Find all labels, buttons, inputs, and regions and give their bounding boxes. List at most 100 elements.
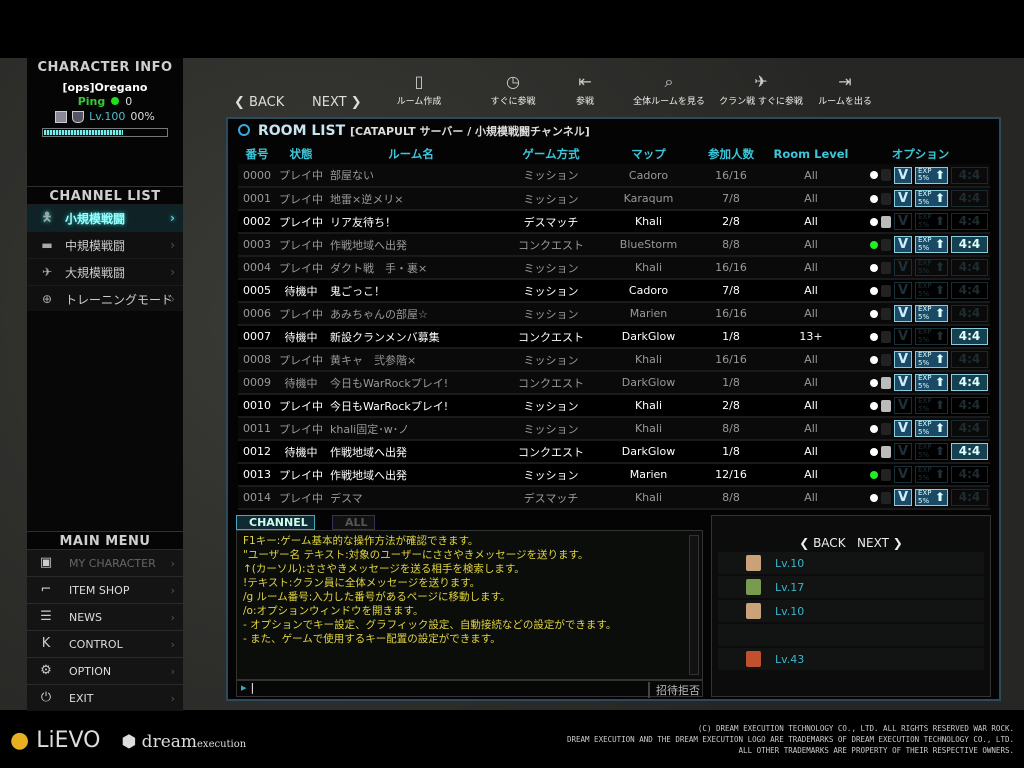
table-row[interactable]: 0010 プレイ中 今日もWarRockプレイ! ミッション Khali 2/8 All V E… — [238, 394, 990, 418]
chevron-right-icon: › — [170, 265, 175, 279]
status-dot-icon — [870, 355, 878, 364]
voice-badge: V — [894, 305, 912, 322]
table-row[interactable]: 0006 プレイ中 あみちゃんの部屋☆ ミッション Marien 16/16 All V EXP… — [238, 302, 990, 326]
chat-line: - オプションでキー設定、グラフィック設定、自動接続などの設定ができます。 — [243, 619, 617, 631]
exp-badge: EXP 5% ⬆ — [915, 397, 948, 414]
toolbar-button-3[interactable]: ⌕ 全体ルームを見る — [624, 72, 714, 107]
channel-item-0[interactable]: 🯅 小規模戦闘 › — [27, 204, 183, 231]
room-name: 作戦地域へ出発 — [326, 440, 496, 464]
user-row[interactable]: Lv.10 — [718, 600, 984, 622]
chat-scrollbar[interactable] — [689, 535, 699, 675]
lock-icon — [881, 353, 891, 366]
chat-input[interactable]: ▸ | 招待拒否 — [236, 680, 703, 698]
team-ratio-badge: 4:4 — [951, 328, 988, 345]
channel-item-1[interactable]: ▬ 中規模戦闘 › — [27, 231, 183, 258]
toolbar-button-4[interactable]: ✈ クラン戦 すぐに参戦 — [716, 72, 806, 107]
column-header[interactable]: Room Level — [771, 144, 851, 164]
exp-badge-label: EXP 5% — [918, 305, 932, 321]
refresh-icon[interactable] — [238, 124, 250, 136]
column-header[interactable]: オプション — [851, 144, 990, 164]
user-next-button[interactable]: NEXT ❯ — [857, 536, 903, 550]
menu-item-option[interactable]: ⚙ OPTION › — [27, 657, 183, 684]
rank-badge-icon — [746, 603, 761, 619]
exp-badge: EXP 5% ⬆ — [915, 190, 948, 207]
table-row[interactable]: 0004 プレイ中 ダクト戦 手・裏× ミッション Khali 16/16 All V EXP … — [238, 256, 990, 280]
table-row[interactable]: 0013 プレイ中 作戦地域へ出発 ミッション Marien 12/16 All V EXP 5… — [238, 463, 990, 487]
room-options: V EXP 5% ⬆ 4:4 — [851, 256, 990, 280]
table-row[interactable]: 0000 プレイ中 部屋ない ミッション Cadoro 16/16 All V EXP 5% ⬆ 4… — [238, 164, 990, 188]
tab-channel[interactable]: CHANNEL — [236, 515, 315, 530]
table-row[interactable]: 0009 待機中 今日もWarRockプレイ! コンクエスト DarkGlow 1/8 Al… — [238, 371, 990, 395]
voice-badge: V — [894, 489, 912, 506]
table-row[interactable]: 0014 プレイ中 デスマ デスマッチ Khali 8/8 All V EXP 5% ⬆ 4:4 — [238, 486, 990, 510]
user-row[interactable]: Lv.10 — [718, 552, 984, 574]
exp-badge-label: EXP 5% — [918, 374, 932, 390]
table-row[interactable]: 0002 プレイ中 リア友待ち！ デスマッチ Khali 2/8 All V EXP 5% ⬆ 4:… — [238, 210, 990, 234]
back-button[interactable]: ❮ BACK — [234, 95, 284, 110]
toolbar-button-5[interactable]: ⇥ ルームを出る — [800, 72, 890, 107]
team-ratio-badge: 4:4 — [951, 397, 988, 414]
menu-item-exit[interactable]: ⏻ EXIT › — [27, 684, 183, 711]
exp-badge: EXP 5% ⬆ — [915, 443, 948, 460]
room-options: V EXP 5% ⬆ 4:4 — [851, 440, 990, 464]
column-header[interactable]: ゲーム方式 — [496, 144, 606, 164]
menu-item-item-shop[interactable]: ⌐ ITEM SHOP › — [27, 576, 183, 603]
column-header[interactable]: 参加人数 — [691, 144, 771, 164]
room-number: 0007 — [238, 325, 276, 349]
map: Khali — [606, 256, 691, 280]
room-name: ダクト戦 手・裏× — [326, 256, 496, 280]
column-header[interactable]: ルーム名 — [326, 144, 496, 164]
table-row[interactable]: 0005 待機中 鬼ごっこ！ ミッション Cadoro 7/8 All V EXP 5% ⬆ 4:4 — [238, 279, 990, 303]
lock-icon — [881, 238, 891, 251]
table-row[interactable]: 0011 プレイ中 khali固定･w･ノ ミッション Khali 8/8 All V EXP … — [238, 417, 990, 441]
ping-row: Ping 0 — [27, 95, 183, 108]
room-number: 0008 — [238, 348, 276, 372]
room-options: V EXP 5% ⬆ 4:4 — [851, 302, 990, 326]
column-header[interactable]: マップ — [606, 144, 691, 164]
keyboard-icon: K — [41, 636, 51, 651]
menu-item-news[interactable]: ☰ NEWS › — [27, 603, 183, 630]
room-options: V EXP 5% ⬆ 4:4 — [851, 233, 990, 257]
channel-item-2[interactable]: ✈ 大規模戦闘 › — [27, 258, 183, 285]
menu-label: CONTROL — [69, 637, 123, 651]
plane-icon: ✈ — [754, 72, 768, 91]
room-level: 13+ — [771, 325, 851, 349]
crosshair-icon: ⊕ — [41, 292, 53, 306]
next-button[interactable]: NEXT ❯ — [312, 95, 362, 110]
user-level: Lv.43 — [775, 652, 805, 666]
user-row[interactable]: Lv.43 — [718, 648, 984, 670]
chevron-right-icon: › — [170, 583, 175, 597]
user-back-button[interactable]: ❮ BACK — [799, 536, 845, 550]
table-row[interactable]: 0012 待機中 作戦地域へ出発 コンクエスト DarkGlow 1/8 All V EXP 5… — [238, 440, 990, 464]
tab-all[interactable]: ALL — [332, 515, 375, 530]
lock-icon — [881, 445, 891, 458]
room-level: All — [771, 371, 851, 395]
room-options: V EXP 5% ⬆ 4:4 — [851, 187, 990, 211]
menu-item-my-character[interactable]: ▣ MY CHARACTER › — [27, 549, 183, 576]
table-row[interactable]: 0001 プレイ中 地雷×逆メリ× ミッション Karaqum 7/8 All V EXP 5%… — [238, 187, 990, 211]
up-arrow-icon: ⬆ — [934, 444, 945, 458]
table-row[interactable]: 0008 プレイ中 黄キャ 弐参階× ミッション Khali 16/16 All V EXP 5… — [238, 348, 990, 372]
column-header[interactable]: 番号 — [238, 144, 276, 164]
toolbar-button-2[interactable]: ⇤ 参戦 — [540, 72, 630, 107]
channel-item-3[interactable]: ⊕ トレーニングモード › — [27, 285, 183, 312]
room-number: 0003 — [238, 233, 276, 257]
room-options: V EXP 5% ⬆ 4:4 — [851, 279, 990, 303]
up-arrow-icon: ⬆ — [934, 167, 945, 182]
table-row[interactable]: 0007 待機中 新設クランメンバ募集 コンクエスト DarkGlow 1/8 13+ V EX… — [238, 325, 990, 349]
player-count: 16/16 — [691, 302, 771, 326]
status-dot-icon — [870, 286, 878, 295]
copyright-line: (C) DREAM EXECUTION TECHNOLOGY CO., LTD.… — [697, 724, 1014, 733]
up-arrow-icon: ⬆ — [934, 306, 945, 320]
user-row[interactable] — [718, 624, 984, 646]
room-number: 0011 — [238, 417, 276, 441]
toolbar-button-0[interactable]: ▯ ルーム作成 — [374, 72, 464, 107]
user-row[interactable]: Lv.17 — [718, 576, 984, 598]
room-name: 作戦地域へ出発 — [326, 463, 496, 487]
logos: ● LiEVO ⬢ dreamexecution — [10, 728, 246, 753]
table-row[interactable]: 0003 プレイ中 作戦地域へ出発 コンクエスト BlueStorm 8/8 All V EXP… — [238, 233, 990, 257]
menu-item-control[interactable]: K CONTROL › — [27, 630, 183, 657]
column-header[interactable]: 状態 — [276, 144, 326, 164]
team-ratio-badge: 4:4 — [951, 236, 988, 253]
invite-reject-button[interactable]: 招待拒否 — [648, 682, 700, 698]
